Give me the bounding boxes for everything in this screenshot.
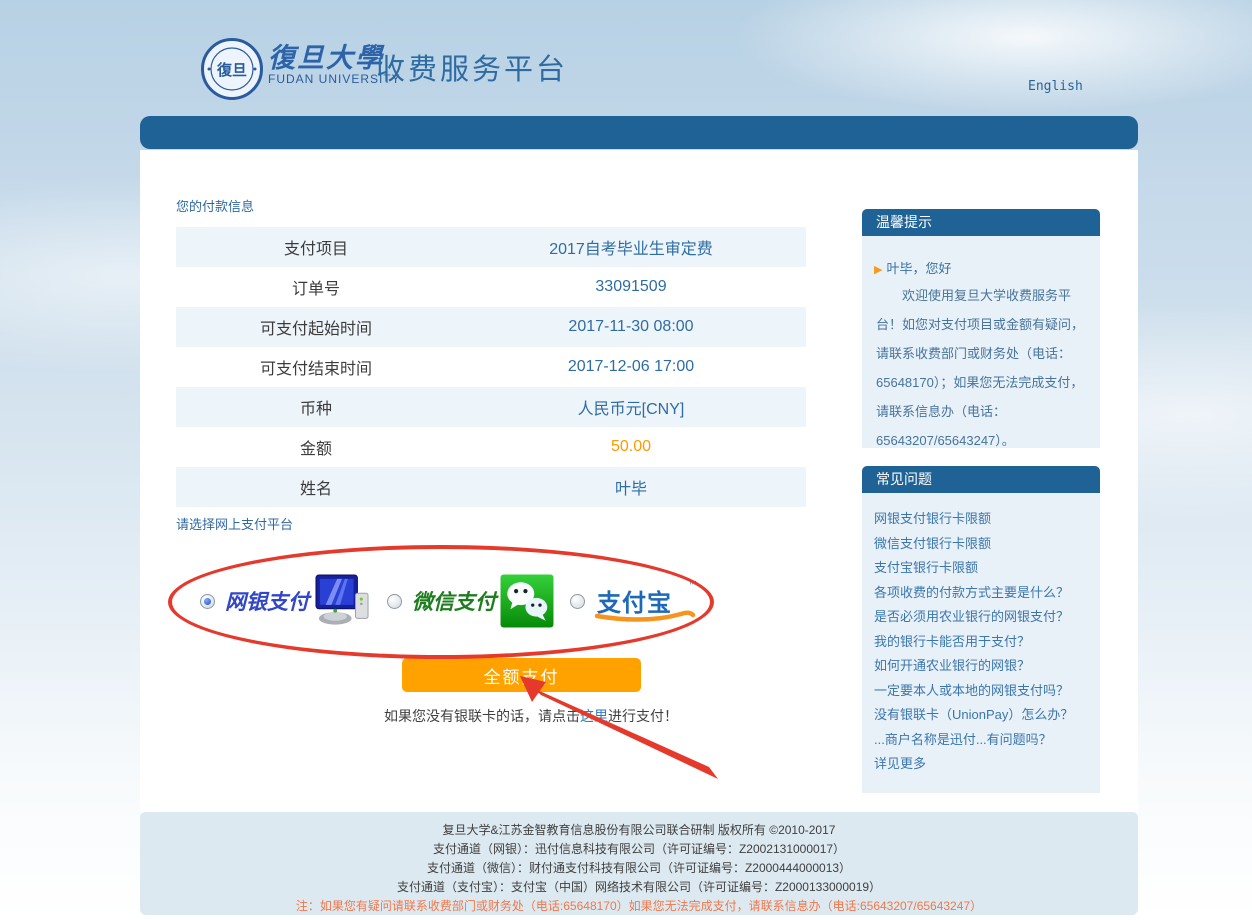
table-row: 可支付起始时间 2017-11-30 08:00 <box>176 307 806 347</box>
faq-link[interactable]: ...商户名称是迅付...有问题吗？ <box>874 728 1088 753</box>
alipay-radio[interactable] <box>570 594 585 609</box>
row-value: 叶毕 <box>456 475 806 499</box>
row-value: 人民币元[CNY] <box>456 395 806 419</box>
alipay-swoosh <box>595 607 697 623</box>
table-row: 支付项目 2017自考毕业生审定费 <box>176 227 806 267</box>
netbank-label[interactable]: 网银支付 <box>225 586 309 616</box>
option-wechat[interactable]: 微信支付 <box>387 574 554 628</box>
faq-link[interactable]: 我的银行卡能否用于支付？ <box>874 630 1088 655</box>
row-label: 订单号 <box>176 275 456 299</box>
faq-link[interactable]: 一定要本人或本地的网银支付吗？ <box>874 679 1088 704</box>
note-prefix: 如果您没有银联卡的话，请点击 <box>384 708 580 724</box>
alipay-logo[interactable]: 支付宝 ™ <box>595 579 695 623</box>
table-row: 姓名 叶毕 <box>176 467 806 507</box>
faq-link[interactable]: 各项收费的付款方式主要是什么？ <box>874 581 1088 606</box>
row-label: 可支付结束时间 <box>176 355 456 379</box>
page-title: 收费服务平台 <box>376 46 568 88</box>
fudan-seal-logo: 復旦 <box>200 37 264 101</box>
here-link[interactable]: 这里 <box>580 708 608 724</box>
row-label: 币种 <box>176 395 456 419</box>
tips-panel-title: 温馨提示 <box>862 209 1100 236</box>
faq-panel-title: 常见问题 <box>862 466 1100 493</box>
row-value: 2017-11-30 08:00 <box>456 318 806 336</box>
option-netbank[interactable]: 网银支付 <box>200 574 385 628</box>
payment-options: 网银支付 微信支付 <box>200 562 820 640</box>
tips-text: 欢迎使用复旦大学收费服务平台！如您对支付项目或金额有疑问，请联系收费部门或财务处… <box>876 281 1086 455</box>
computer-icon <box>313 574 371 628</box>
faq-link[interactable]: 网银支付银行卡限额 <box>874 507 1088 532</box>
faq-link[interactable]: 微信支付银行卡限额 <box>874 532 1088 557</box>
table-row: 币种 人民币元[CNY] <box>176 387 806 427</box>
row-label: 可支付起始时间 <box>176 315 456 339</box>
seal-center-text: 復旦 <box>216 61 247 79</box>
tips-panel: 温馨提示 ▶叶毕，您好 欢迎使用复旦大学收费服务平台！如您对支付项目或金额有疑问… <box>862 209 1100 448</box>
footer-contact-note: 注：如果您有疑问请联系收费部门或财务处（电话:65648170）如果您无法完成支… <box>140 897 1138 916</box>
payment-info-heading: 您的付款信息 <box>176 196 254 215</box>
faq-panel-body: 网银支付银行卡限额 微信支付银行卡限额 支付宝银行卡限额 各项收费的付款方式主要… <box>862 493 1100 793</box>
wechat-icon <box>500 574 554 628</box>
channel-alipay-line: 支付通道（支付宝）：支付宝（中国）网络技术有限公司（许可证编号：Z2000133… <box>140 878 1138 897</box>
row-label: 支付项目 <box>176 235 456 259</box>
select-platform-heading: 请选择网上支付平台 <box>176 514 293 533</box>
wechat-radio[interactable] <box>387 594 402 609</box>
faq-panel: 常见问题 网银支付银行卡限额 微信支付银行卡限额 支付宝银行卡限额 各项收费的付… <box>862 466 1100 793</box>
channel-wechat-line: 支付通道（微信）：财付通支付科技有限公司（许可证编号：Z200044400001… <box>140 859 1138 878</box>
row-value: 33091509 <box>456 278 806 296</box>
english-language-link[interactable]: English <box>1028 79 1083 94</box>
faq-link[interactable]: 没有银联卡（UnionPay）怎么办？ <box>874 703 1088 728</box>
table-row: 可支付结束时间 2017-12-06 17:00 <box>176 347 806 387</box>
alipay-trademark: ™ <box>688 579 697 589</box>
page-footer: 复旦大学&江苏金智教育信息股份有限公司联合研制 版权所有 ©2010-2017 … <box>140 812 1138 915</box>
nav-bar <box>140 116 1138 149</box>
faq-link[interactable]: 如何开通农业银行的网银？ <box>874 654 1088 679</box>
option-alipay[interactable]: 支付宝 ™ <box>570 579 695 623</box>
row-label: 姓名 <box>176 475 456 499</box>
netbank-radio[interactable] <box>200 594 215 609</box>
triangle-bullet-icon: ▶ <box>874 264 882 276</box>
channel-netbank-line: 支付通道（网银）：迅付信息科技有限公司（许可证编号：Z2002131000017… <box>140 840 1138 859</box>
university-name-calligraphy: 復旦大學 <box>268 36 384 75</box>
note-suffix: 进行支付！ <box>608 708 678 724</box>
copyright-line: 复旦大学&江苏金智教育信息股份有限公司联合研制 版权所有 ©2010-2017 <box>140 821 1138 840</box>
greeting-line: ▶ 叶毕，您好 <box>874 258 1088 277</box>
faq-link[interactable]: 是否必须用农业银行的网银支付？ <box>874 605 1088 630</box>
table-row: 订单号 33091509 <box>176 267 806 307</box>
row-value: 2017自考毕业生审定费 <box>456 235 806 259</box>
page-wrapper: 復旦 復旦大學 FUDAN UNIVERSITY 收费服务平台 English … <box>140 0 1138 920</box>
faq-link[interactable]: 支付宝银行卡限额 <box>874 556 1088 581</box>
payment-info-table: 支付项目 2017自考毕业生审定费 订单号 33091509 可支付起始时间 2… <box>176 227 806 507</box>
amount-value: 50.00 <box>456 438 806 456</box>
unionpay-note: 如果您没有银联卡的话，请点击这里进行支付！ <box>176 706 886 726</box>
faq-more-link[interactable]: 详见更多 <box>874 752 1088 777</box>
greeting-text: 叶毕，您好 <box>886 261 951 276</box>
table-row: 金额 50.00 <box>176 427 806 467</box>
pay-full-amount-button[interactable]: 全额支付 <box>402 658 641 692</box>
wechat-label[interactable]: 微信支付 <box>412 586 496 616</box>
row-label: 金额 <box>176 435 456 459</box>
tips-panel-body: ▶叶毕，您好 欢迎使用复旦大学收费服务平台！如您对支付项目或金额有疑问，请联系收… <box>862 236 1100 448</box>
row-value: 2017-12-06 17:00 <box>456 358 806 376</box>
